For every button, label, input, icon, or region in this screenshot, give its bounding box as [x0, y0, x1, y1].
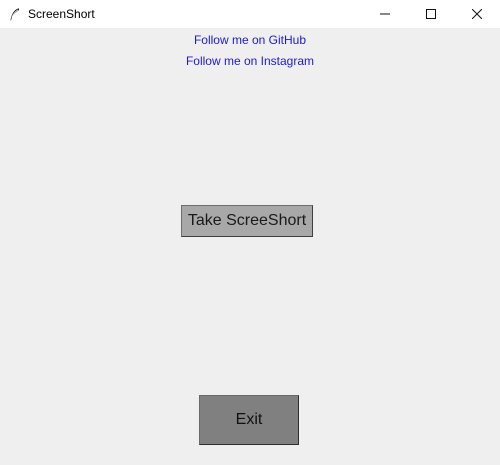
maximize-icon — [426, 9, 436, 19]
feather-icon — [8, 7, 20, 21]
window-title: ScreenShort — [28, 7, 95, 21]
title-bar[interactable]: ScreenShort — [0, 0, 500, 28]
take-screenshot-button[interactable]: Take ScreeShort — [181, 205, 313, 237]
minimize-button[interactable] — [362, 0, 408, 28]
minimize-icon — [380, 9, 390, 19]
main-content: Follow me on GitHub Follow me on Instagr… — [0, 28, 500, 465]
exit-label: Exit — [235, 411, 263, 428]
github-link[interactable]: Follow me on GitHub — [0, 33, 500, 47]
close-button[interactable] — [454, 0, 500, 28]
close-icon — [472, 9, 482, 19]
maximize-button[interactable] — [408, 0, 454, 28]
take-screenshot-label: Take ScreeShort — [187, 212, 307, 229]
instagram-link[interactable]: Follow me on Instagram — [0, 54, 500, 68]
exit-button[interactable]: Exit — [199, 395, 299, 445]
app-window: ScreenShort Follow me on GitHub Follow m… — [0, 0, 500, 465]
